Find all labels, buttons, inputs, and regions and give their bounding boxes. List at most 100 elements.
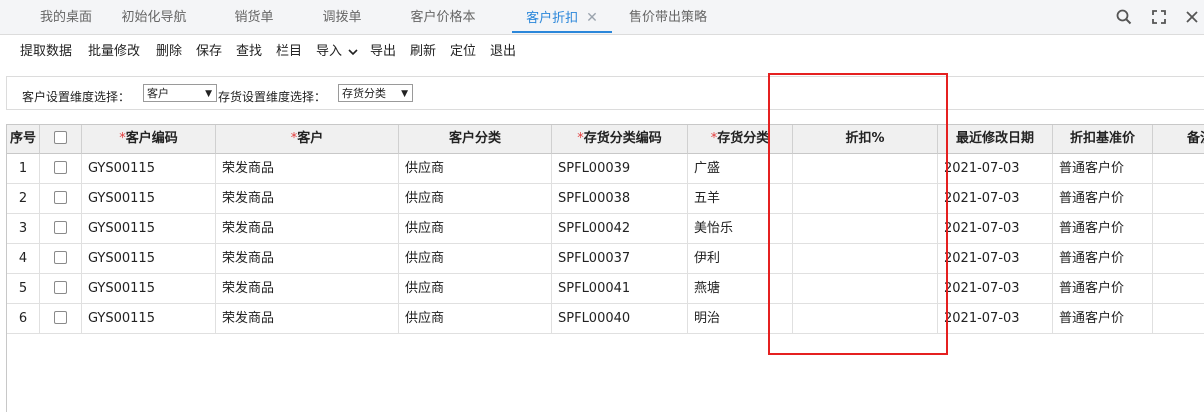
cell-discount[interactable] bbox=[793, 304, 938, 334]
cell-last-modified[interactable]: 2021-07-03 bbox=[938, 214, 1053, 244]
row-checkbox[interactable] bbox=[54, 311, 67, 324]
close-icon[interactable] bbox=[1183, 8, 1201, 26]
header-remark[interactable]: 备注 bbox=[1153, 125, 1204, 154]
cell-stock-category[interactable]: 明治 bbox=[688, 304, 793, 334]
cell-stock-category[interactable]: 燕塘 bbox=[688, 274, 793, 304]
cell-remark[interactable] bbox=[1153, 214, 1204, 244]
cell-discount[interactable] bbox=[793, 214, 938, 244]
tab-transfer-order[interactable]: 调拨单 bbox=[313, 0, 371, 33]
cell-stock-category[interactable]: 伊利 bbox=[688, 244, 793, 274]
batch-edit-button[interactable]: 批量修改 bbox=[88, 40, 140, 59]
cell-last-modified[interactable]: 2021-07-03 bbox=[938, 304, 1053, 334]
cell-customer-code[interactable]: GYS00115 bbox=[82, 274, 216, 304]
cell-remark[interactable] bbox=[1153, 154, 1204, 184]
tab-init-nav[interactable]: 初始化导航 bbox=[112, 0, 196, 33]
find-button[interactable]: 查找 bbox=[236, 40, 262, 59]
tab-price-strategy[interactable]: 售价带出策略 bbox=[620, 0, 716, 33]
cell-base-price[interactable]: 普通客户价 bbox=[1053, 214, 1153, 244]
exit-button[interactable]: 退出 bbox=[490, 40, 516, 59]
row-checkbox-cell[interactable] bbox=[40, 244, 82, 274]
cell-customer-category[interactable]: 供应商 bbox=[399, 244, 552, 274]
cell-stock-category-code[interactable]: SPFL00039 bbox=[552, 154, 688, 184]
cell-base-price[interactable]: 普通客户价 bbox=[1053, 154, 1153, 184]
header-customer-category[interactable]: 客户分类 bbox=[399, 125, 552, 154]
cell-stock-category-code[interactable]: SPFL00042 bbox=[552, 214, 688, 244]
cell-customer[interactable]: 荣发商品 bbox=[216, 244, 399, 274]
tab-customer-price-book[interactable]: 客户价格本 bbox=[400, 0, 486, 33]
cell-customer-code[interactable]: GYS00115 bbox=[82, 184, 216, 214]
cell-customer-category[interactable]: 供应商 bbox=[399, 154, 552, 184]
cell-base-price[interactable]: 普通客户价 bbox=[1053, 244, 1153, 274]
row-checkbox-cell[interactable] bbox=[40, 304, 82, 334]
header-select-all[interactable] bbox=[40, 125, 82, 154]
cell-remark[interactable] bbox=[1153, 184, 1204, 214]
fetch-data-button[interactable]: 提取数据 bbox=[20, 40, 72, 59]
customer-dimension-select[interactable]: 客户 ▼ bbox=[143, 84, 217, 102]
tab-my-desktop[interactable]: 我的桌面 bbox=[30, 0, 102, 33]
row-checkbox[interactable] bbox=[54, 161, 67, 174]
cell-stock-category-code[interactable]: SPFL00038 bbox=[552, 184, 688, 214]
cell-last-modified[interactable]: 2021-07-03 bbox=[938, 274, 1053, 304]
cell-stock-category-code[interactable]: SPFL00041 bbox=[552, 274, 688, 304]
cell-discount[interactable] bbox=[793, 274, 938, 304]
cell-last-modified[interactable]: 2021-07-03 bbox=[938, 154, 1053, 184]
cell-last-modified[interactable]: 2021-07-03 bbox=[938, 244, 1053, 274]
cell-stock-category[interactable]: 五羊 bbox=[688, 184, 793, 214]
header-base-price[interactable]: 折扣基准价 bbox=[1053, 125, 1153, 154]
cell-customer[interactable]: 荣发商品 bbox=[216, 184, 399, 214]
cell-stock-category-code[interactable]: SPFL00040 bbox=[552, 304, 688, 334]
cell-customer-code[interactable]: GYS00115 bbox=[82, 214, 216, 244]
row-checkbox-cell[interactable] bbox=[40, 184, 82, 214]
cell-customer[interactable]: 荣发商品 bbox=[216, 154, 399, 184]
cell-customer-code[interactable]: GYS00115 bbox=[82, 244, 216, 274]
tab-customer-discount[interactable]: 客户折扣 ✕ bbox=[512, 0, 612, 33]
cell-customer-code[interactable]: GYS00115 bbox=[82, 154, 216, 184]
cell-discount[interactable] bbox=[793, 244, 938, 274]
cell-customer-code[interactable]: GYS00115 bbox=[82, 304, 216, 334]
header-discount[interactable]: 折扣% bbox=[793, 125, 938, 154]
row-checkbox-cell[interactable] bbox=[40, 154, 82, 184]
cell-discount[interactable] bbox=[793, 184, 938, 214]
row-checkbox[interactable] bbox=[54, 191, 67, 204]
save-button[interactable]: 保存 bbox=[196, 40, 222, 59]
row-checkbox-cell[interactable] bbox=[40, 214, 82, 244]
import-button[interactable]: 导入 bbox=[316, 40, 358, 59]
cell-stock-category-code[interactable]: SPFL00037 bbox=[552, 244, 688, 274]
header-customer-code[interactable]: *客户编码 bbox=[82, 125, 216, 154]
cell-base-price[interactable]: 普通客户价 bbox=[1053, 304, 1153, 334]
cell-last-modified[interactable]: 2021-07-03 bbox=[938, 184, 1053, 214]
stock-dimension-select[interactable]: 存货分类 ▼ bbox=[338, 84, 413, 102]
cell-customer[interactable]: 荣发商品 bbox=[216, 214, 399, 244]
fullscreen-icon[interactable] bbox=[1150, 8, 1168, 26]
locate-button[interactable]: 定位 bbox=[450, 40, 476, 59]
row-checkbox[interactable] bbox=[54, 251, 67, 264]
cell-customer[interactable]: 荣发商品 bbox=[216, 274, 399, 304]
cell-stock-category[interactable]: 广盛 bbox=[688, 154, 793, 184]
cell-customer-category[interactable]: 供应商 bbox=[399, 184, 552, 214]
cell-discount[interactable] bbox=[793, 154, 938, 184]
tab-close-icon[interactable]: ✕ bbox=[586, 10, 598, 26]
row-checkbox[interactable] bbox=[54, 221, 67, 234]
cell-customer-category[interactable]: 供应商 bbox=[399, 304, 552, 334]
cell-customer-category[interactable]: 供应商 bbox=[399, 274, 552, 304]
cell-remark[interactable] bbox=[1153, 304, 1204, 334]
header-stock-category-code[interactable]: *存货分类编码 bbox=[552, 125, 688, 154]
cell-base-price[interactable]: 普通客户价 bbox=[1053, 184, 1153, 214]
cell-customer-category[interactable]: 供应商 bbox=[399, 214, 552, 244]
header-last-modified[interactable]: 最近修改日期 bbox=[938, 125, 1053, 154]
cell-remark[interactable] bbox=[1153, 274, 1204, 304]
cell-remark[interactable] bbox=[1153, 244, 1204, 274]
refresh-button[interactable]: 刷新 bbox=[410, 40, 436, 59]
cell-base-price[interactable]: 普通客户价 bbox=[1053, 274, 1153, 304]
header-customer[interactable]: *客户 bbox=[216, 125, 399, 154]
select-all-checkbox[interactable] bbox=[54, 131, 67, 144]
row-checkbox-cell[interactable] bbox=[40, 274, 82, 304]
export-button[interactable]: 导出 bbox=[370, 40, 396, 59]
cell-customer[interactable]: 荣发商品 bbox=[216, 304, 399, 334]
cell-stock-category[interactable]: 美怡乐 bbox=[688, 214, 793, 244]
search-icon[interactable] bbox=[1115, 8, 1133, 26]
row-checkbox[interactable] bbox=[54, 281, 67, 294]
header-stock-category[interactable]: *存货分类 bbox=[688, 125, 793, 154]
columns-button[interactable]: 栏目 bbox=[276, 40, 302, 59]
delete-button[interactable]: 删除 bbox=[156, 40, 182, 59]
